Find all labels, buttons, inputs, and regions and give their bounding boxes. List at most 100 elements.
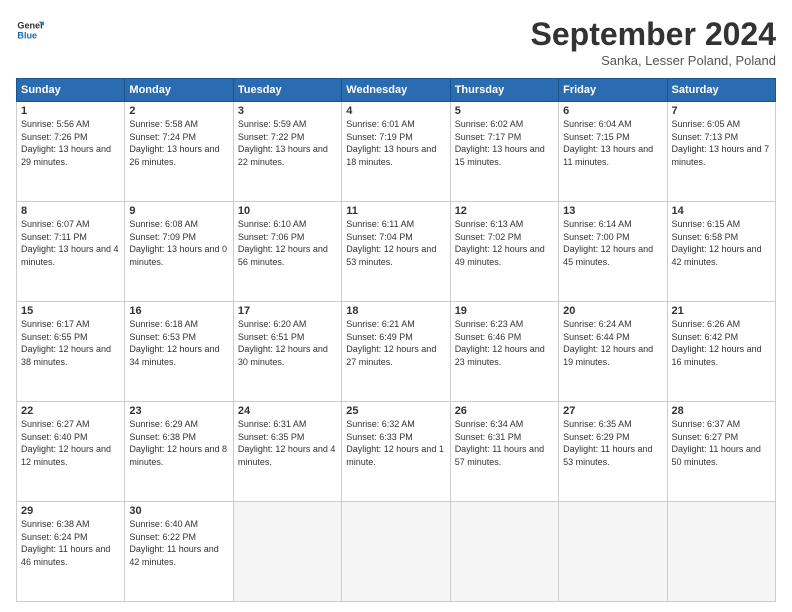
logo-icon: General Blue bbox=[16, 16, 44, 44]
header-thursday: Thursday bbox=[450, 79, 558, 102]
calendar-day-cell: 22Sunrise: 6:27 AM Sunset: 6:40 PM Dayli… bbox=[17, 402, 125, 502]
header-saturday: Saturday bbox=[667, 79, 775, 102]
calendar-day-cell: 23Sunrise: 6:29 AM Sunset: 6:38 PM Dayli… bbox=[125, 402, 233, 502]
day-info: Sunrise: 5:56 AM Sunset: 7:26 PM Dayligh… bbox=[21, 118, 120, 168]
title-area: September 2024 Sanka, Lesser Poland, Pol… bbox=[531, 16, 776, 68]
day-number: 6 bbox=[563, 105, 662, 117]
calendar-week-row: 22Sunrise: 6:27 AM Sunset: 6:40 PM Dayli… bbox=[17, 402, 776, 502]
header-tuesday: Tuesday bbox=[233, 79, 341, 102]
calendar-day-cell: 11Sunrise: 6:11 AM Sunset: 7:04 PM Dayli… bbox=[342, 202, 450, 302]
day-number: 24 bbox=[238, 405, 337, 417]
day-info: Sunrise: 6:20 AM Sunset: 6:51 PM Dayligh… bbox=[238, 318, 337, 368]
calendar-day-cell: 21Sunrise: 6:26 AM Sunset: 6:42 PM Dayli… bbox=[667, 302, 775, 402]
day-number: 5 bbox=[455, 105, 554, 117]
day-number: 16 bbox=[129, 305, 228, 317]
day-number: 18 bbox=[346, 305, 445, 317]
calendar-week-row: 29Sunrise: 6:38 AM Sunset: 6:24 PM Dayli… bbox=[17, 502, 776, 602]
calendar-day-cell: 8Sunrise: 6:07 AM Sunset: 7:11 PM Daylig… bbox=[17, 202, 125, 302]
calendar-week-row: 15Sunrise: 6:17 AM Sunset: 6:55 PM Dayli… bbox=[17, 302, 776, 402]
calendar-day-cell: 2Sunrise: 5:58 AM Sunset: 7:24 PM Daylig… bbox=[125, 102, 233, 202]
calendar-week-row: 1Sunrise: 5:56 AM Sunset: 7:26 PM Daylig… bbox=[17, 102, 776, 202]
calendar-week-row: 8Sunrise: 6:07 AM Sunset: 7:11 PM Daylig… bbox=[17, 202, 776, 302]
calendar-day-cell bbox=[667, 502, 775, 602]
day-info: Sunrise: 6:35 AM Sunset: 6:29 PM Dayligh… bbox=[563, 418, 662, 468]
subtitle: Sanka, Lesser Poland, Poland bbox=[531, 53, 776, 68]
day-number: 20 bbox=[563, 305, 662, 317]
calendar-day-cell: 14Sunrise: 6:15 AM Sunset: 6:58 PM Dayli… bbox=[667, 202, 775, 302]
calendar-day-cell: 26Sunrise: 6:34 AM Sunset: 6:31 PM Dayli… bbox=[450, 402, 558, 502]
day-number: 9 bbox=[129, 205, 228, 217]
day-info: Sunrise: 6:17 AM Sunset: 6:55 PM Dayligh… bbox=[21, 318, 120, 368]
day-info: Sunrise: 6:04 AM Sunset: 7:15 PM Dayligh… bbox=[563, 118, 662, 168]
calendar-day-cell: 3Sunrise: 5:59 AM Sunset: 7:22 PM Daylig… bbox=[233, 102, 341, 202]
day-number: 17 bbox=[238, 305, 337, 317]
calendar-day-cell bbox=[342, 502, 450, 602]
calendar-day-cell: 19Sunrise: 6:23 AM Sunset: 6:46 PM Dayli… bbox=[450, 302, 558, 402]
day-info: Sunrise: 6:23 AM Sunset: 6:46 PM Dayligh… bbox=[455, 318, 554, 368]
calendar-day-cell: 4Sunrise: 6:01 AM Sunset: 7:19 PM Daylig… bbox=[342, 102, 450, 202]
day-number: 7 bbox=[672, 105, 771, 117]
calendar-day-cell: 29Sunrise: 6:38 AM Sunset: 6:24 PM Dayli… bbox=[17, 502, 125, 602]
day-info: Sunrise: 6:26 AM Sunset: 6:42 PM Dayligh… bbox=[672, 318, 771, 368]
day-number: 14 bbox=[672, 205, 771, 217]
day-info: Sunrise: 6:38 AM Sunset: 6:24 PM Dayligh… bbox=[21, 518, 120, 568]
day-number: 23 bbox=[129, 405, 228, 417]
day-number: 21 bbox=[672, 305, 771, 317]
day-info: Sunrise: 5:59 AM Sunset: 7:22 PM Dayligh… bbox=[238, 118, 337, 168]
day-info: Sunrise: 6:37 AM Sunset: 6:27 PM Dayligh… bbox=[672, 418, 771, 468]
day-info: Sunrise: 6:15 AM Sunset: 6:58 PM Dayligh… bbox=[672, 218, 771, 268]
header: General Blue September 2024 Sanka, Lesse… bbox=[16, 16, 776, 68]
day-number: 1 bbox=[21, 105, 120, 117]
calendar-day-cell: 17Sunrise: 6:20 AM Sunset: 6:51 PM Dayli… bbox=[233, 302, 341, 402]
header-sunday: Sunday bbox=[17, 79, 125, 102]
day-number: 15 bbox=[21, 305, 120, 317]
day-number: 12 bbox=[455, 205, 554, 217]
day-info: Sunrise: 6:24 AM Sunset: 6:44 PM Dayligh… bbox=[563, 318, 662, 368]
day-number: 2 bbox=[129, 105, 228, 117]
day-info: Sunrise: 6:02 AM Sunset: 7:17 PM Dayligh… bbox=[455, 118, 554, 168]
day-number: 25 bbox=[346, 405, 445, 417]
calendar-day-cell bbox=[450, 502, 558, 602]
calendar-day-cell: 5Sunrise: 6:02 AM Sunset: 7:17 PM Daylig… bbox=[450, 102, 558, 202]
day-info: Sunrise: 6:01 AM Sunset: 7:19 PM Dayligh… bbox=[346, 118, 445, 168]
calendar-day-cell: 13Sunrise: 6:14 AM Sunset: 7:00 PM Dayli… bbox=[559, 202, 667, 302]
day-info: Sunrise: 6:13 AM Sunset: 7:02 PM Dayligh… bbox=[455, 218, 554, 268]
calendar-day-cell: 15Sunrise: 6:17 AM Sunset: 6:55 PM Dayli… bbox=[17, 302, 125, 402]
calendar-day-cell: 30Sunrise: 6:40 AM Sunset: 6:22 PM Dayli… bbox=[125, 502, 233, 602]
day-number: 11 bbox=[346, 205, 445, 217]
calendar-day-cell: 18Sunrise: 6:21 AM Sunset: 6:49 PM Dayli… bbox=[342, 302, 450, 402]
calendar-day-cell: 20Sunrise: 6:24 AM Sunset: 6:44 PM Dayli… bbox=[559, 302, 667, 402]
calendar-day-cell: 28Sunrise: 6:37 AM Sunset: 6:27 PM Dayli… bbox=[667, 402, 775, 502]
day-number: 10 bbox=[238, 205, 337, 217]
calendar-table: Sunday Monday Tuesday Wednesday Thursday… bbox=[16, 78, 776, 602]
day-info: Sunrise: 6:34 AM Sunset: 6:31 PM Dayligh… bbox=[455, 418, 554, 468]
day-info: Sunrise: 6:10 AM Sunset: 7:06 PM Dayligh… bbox=[238, 218, 337, 268]
day-info: Sunrise: 6:21 AM Sunset: 6:49 PM Dayligh… bbox=[346, 318, 445, 368]
day-info: Sunrise: 6:14 AM Sunset: 7:00 PM Dayligh… bbox=[563, 218, 662, 268]
calendar-day-cell: 16Sunrise: 6:18 AM Sunset: 6:53 PM Dayli… bbox=[125, 302, 233, 402]
day-number: 3 bbox=[238, 105, 337, 117]
header-wednesday: Wednesday bbox=[342, 79, 450, 102]
calendar-day-cell: 25Sunrise: 6:32 AM Sunset: 6:33 PM Dayli… bbox=[342, 402, 450, 502]
day-info: Sunrise: 6:40 AM Sunset: 6:22 PM Dayligh… bbox=[129, 518, 228, 568]
day-info: Sunrise: 6:05 AM Sunset: 7:13 PM Dayligh… bbox=[672, 118, 771, 168]
day-info: Sunrise: 6:29 AM Sunset: 6:38 PM Dayligh… bbox=[129, 418, 228, 468]
calendar-day-cell: 1Sunrise: 5:56 AM Sunset: 7:26 PM Daylig… bbox=[17, 102, 125, 202]
day-number: 28 bbox=[672, 405, 771, 417]
day-number: 29 bbox=[21, 505, 120, 517]
page: General Blue September 2024 Sanka, Lesse… bbox=[0, 0, 792, 612]
day-info: Sunrise: 6:31 AM Sunset: 6:35 PM Dayligh… bbox=[238, 418, 337, 468]
calendar-day-cell bbox=[559, 502, 667, 602]
calendar-day-cell bbox=[233, 502, 341, 602]
day-info: Sunrise: 6:07 AM Sunset: 7:11 PM Dayligh… bbox=[21, 218, 120, 268]
day-info: Sunrise: 6:27 AM Sunset: 6:40 PM Dayligh… bbox=[21, 418, 120, 468]
day-number: 19 bbox=[455, 305, 554, 317]
day-number: 30 bbox=[129, 505, 228, 517]
day-number: 8 bbox=[21, 205, 120, 217]
calendar-day-cell: 10Sunrise: 6:10 AM Sunset: 7:06 PM Dayli… bbox=[233, 202, 341, 302]
day-number: 27 bbox=[563, 405, 662, 417]
calendar-day-cell: 27Sunrise: 6:35 AM Sunset: 6:29 PM Dayli… bbox=[559, 402, 667, 502]
weekday-header-row: Sunday Monday Tuesday Wednesday Thursday… bbox=[17, 79, 776, 102]
day-info: Sunrise: 5:58 AM Sunset: 7:24 PM Dayligh… bbox=[129, 118, 228, 168]
calendar-day-cell: 6Sunrise: 6:04 AM Sunset: 7:15 PM Daylig… bbox=[559, 102, 667, 202]
